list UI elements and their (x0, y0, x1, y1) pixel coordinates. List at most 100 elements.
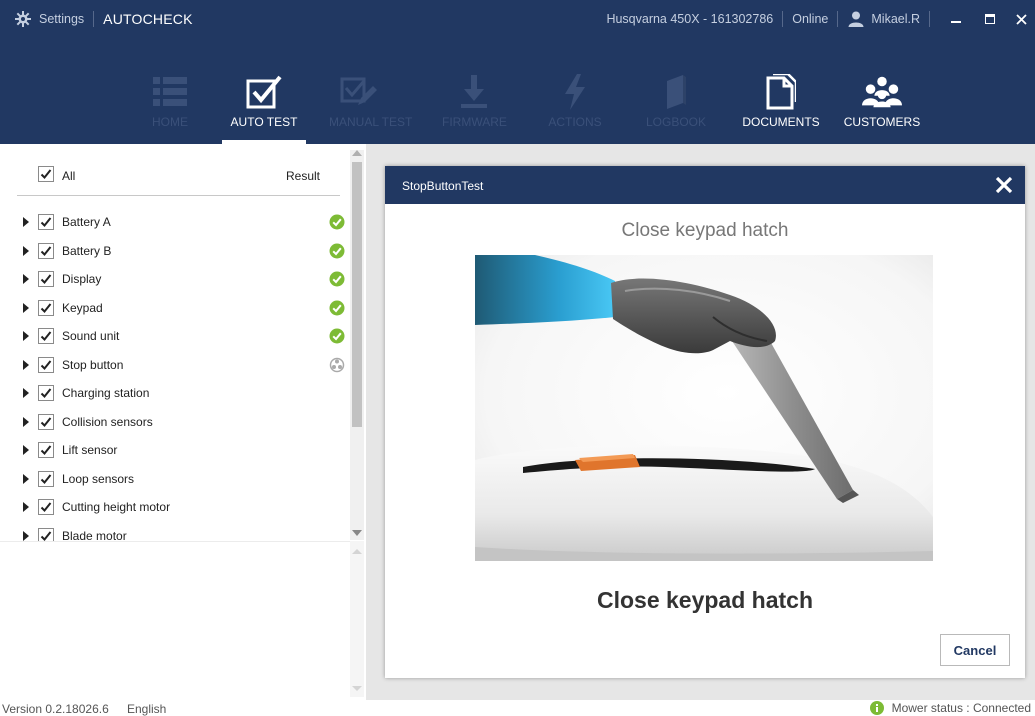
test-item[interactable]: Loop sensors (0, 465, 350, 493)
test-list-header: All Result (0, 162, 340, 194)
expand-arrow-icon[interactable] (23, 388, 29, 398)
test-checkbox[interactable] (38, 385, 54, 401)
test-checkbox[interactable] (38, 470, 54, 487)
test-item-label: Sound unit (62, 329, 120, 343)
title-bar: Settings AUTOCHECK Husqvarna 450X - 1613… (0, 0, 1035, 38)
language-selector[interactable]: English (127, 702, 166, 716)
user-icon (847, 10, 865, 28)
title-separator (929, 11, 930, 27)
expand-arrow-icon[interactable] (23, 445, 29, 455)
test-item[interactable]: Collision sensors (0, 408, 350, 436)
list-scrollbar[interactable] (350, 150, 364, 540)
mower-status: Mower status : Connected (869, 701, 1031, 715)
scroll-down-arrow[interactable] (352, 530, 362, 536)
secondary-list (0, 541, 350, 701)
running-test-icon (329, 357, 345, 373)
nav-home[interactable]: HOME (141, 38, 199, 144)
test-checkbox[interactable] (38, 214, 54, 230)
test-checkbox[interactable] (38, 356, 54, 373)
scroll-down-arrow[interactable] (352, 686, 362, 691)
nav-manual-test[interactable]: MANUAL TEST (329, 38, 413, 144)
user-name[interactable]: Mikael.R (871, 12, 920, 26)
close-window-button[interactable] (1007, 0, 1035, 38)
mower-status-text: Mower status : Connected (891, 701, 1031, 715)
expand-arrow-icon[interactable] (23, 416, 29, 427)
test-item[interactable]: Cutting height motor (0, 493, 350, 521)
test-item-label: Cutting height motor (62, 500, 171, 514)
expand-arrow-icon[interactable] (23, 502, 29, 512)
scroll-up-arrow[interactable] (352, 150, 362, 156)
test-item[interactable]: Battery B (0, 237, 350, 265)
select-all-checkbox[interactable] (38, 166, 54, 182)
test-item-label: Collision sensors (62, 414, 153, 429)
scroll-up-arrow[interactable] (352, 549, 362, 554)
expand-arrow-icon[interactable] (23, 331, 29, 341)
dialog-title: StopButtonTest (402, 179, 484, 193)
test-item[interactable]: Display (0, 265, 350, 293)
expand-arrow-icon[interactable] (23, 302, 29, 313)
test-checkbox[interactable] (38, 271, 54, 287)
test-checkbox[interactable] (38, 328, 54, 344)
test-item-label: Stop button (62, 357, 124, 372)
test-dialog: StopButtonTest Close keypad hatch Close … (385, 166, 1025, 678)
nav-actions[interactable]: ACTIONS (546, 38, 604, 144)
keypad-hatch-illustration (475, 255, 933, 561)
test-item-label: Lift sensor (62, 443, 118, 457)
test-item[interactable]: Sound unit (0, 322, 350, 350)
dialog-title-bar: StopButtonTest (385, 166, 1025, 204)
title-right-group: Husqvarna 450X - 161302786 Online Mikael… (606, 0, 1035, 38)
list-icon (150, 72, 190, 112)
main-nav: HOME AUTO TEST MANUAL TEST FIRMWARE ACTI… (0, 38, 1035, 144)
title-separator (782, 11, 784, 27)
secondary-scrollbar[interactable] (350, 541, 364, 697)
maximize-button[interactable] (973, 0, 1007, 38)
expand-arrow-icon[interactable] (23, 530, 29, 541)
pass-check-icon (329, 328, 345, 344)
nav-firmware[interactable]: FIRMWARE (442, 38, 507, 144)
test-checkbox[interactable] (38, 242, 54, 259)
test-checkbox[interactable] (38, 299, 54, 316)
nav-customers[interactable]: CUSTOMERS (838, 38, 926, 144)
settings-link[interactable]: Settings (39, 12, 84, 26)
test-item-label: Loop sensors (62, 471, 135, 486)
result-column-header: Result (286, 169, 321, 183)
divider (17, 195, 340, 196)
test-item[interactable]: Lift sensor (0, 436, 350, 464)
expand-arrow-icon[interactable] (23, 274, 29, 284)
minimize-button[interactable] (939, 0, 973, 38)
pass-check-icon (329, 214, 345, 230)
test-item[interactable]: Battery A (0, 208, 350, 236)
connection-status: Online (792, 12, 829, 26)
book-icon (656, 72, 696, 112)
test-item[interactable]: Stop button (0, 351, 350, 379)
pass-check-icon (329, 243, 345, 259)
nav-label: FIRMWARE (442, 115, 507, 129)
test-item-label: Keypad (62, 300, 103, 315)
select-all-label: All (62, 169, 76, 183)
test-checkbox[interactable] (38, 413, 54, 430)
gear-icon[interactable] (14, 10, 32, 28)
expand-arrow-icon[interactable] (23, 359, 29, 370)
nav-label: AUTO TEST (230, 115, 298, 129)
test-checkbox[interactable] (38, 442, 54, 458)
test-checkbox[interactable] (38, 499, 54, 515)
test-item[interactable]: Keypad (0, 294, 350, 322)
expand-arrow-icon[interactable] (23, 473, 29, 484)
title-separator (93, 11, 95, 27)
version-label: Version 0.2.18026.6 (2, 702, 109, 716)
nav-logbook[interactable]: LOGBOOK (644, 38, 708, 144)
nav-auto-test[interactable]: AUTO TEST (222, 38, 306, 144)
test-item[interactable]: Charging station (0, 379, 350, 407)
expand-arrow-icon[interactable] (23, 245, 29, 256)
instruction-text: Close keypad hatch (596, 587, 814, 613)
nav-documents[interactable]: DOCUMENTS (739, 38, 823, 144)
test-item-label: Battery A (62, 215, 111, 229)
close-icon[interactable] (993, 174, 1015, 196)
nav-label: MANUAL TEST (329, 115, 413, 129)
test-item-label: Charging station (62, 386, 150, 400)
expand-arrow-icon[interactable] (23, 217, 29, 227)
lightning-icon (555, 72, 595, 112)
cancel-button[interactable]: Cancel (940, 634, 1010, 666)
nav-label: LOGBOOK (645, 115, 707, 129)
scrollbar-thumb[interactable] (352, 162, 362, 427)
